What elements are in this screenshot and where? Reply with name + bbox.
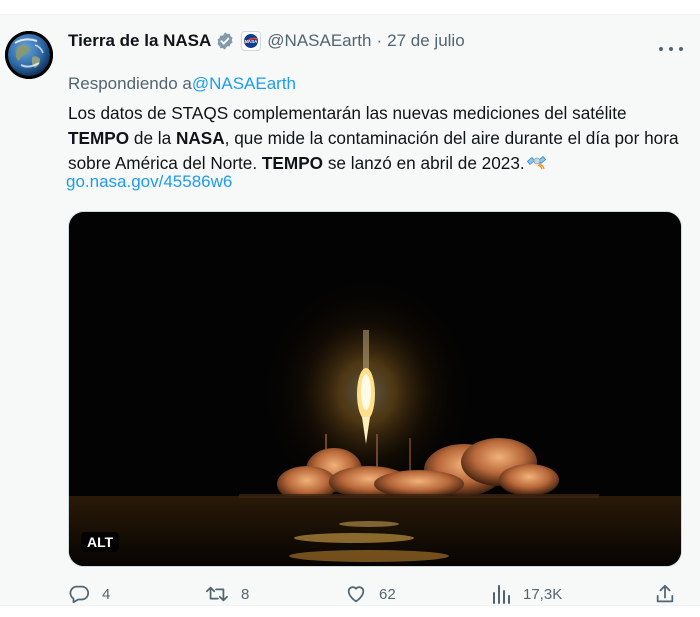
replying-to: Respondiendo a@NASAEarth: [68, 74, 296, 94]
reply-mention-link[interactable]: @NASAEarth: [192, 74, 296, 93]
retweet-button[interactable]: 8: [205, 582, 249, 606]
text-bold-tempo-2: TEMPO: [261, 153, 324, 173]
verified-badge-icon[interactable]: [215, 31, 235, 51]
reply-button[interactable]: 4: [68, 582, 110, 606]
rocket-launch-image: [69, 212, 681, 566]
retweet-icon: [205, 583, 229, 605]
text-bold-nasa: NASA: [175, 128, 225, 148]
views-count: 17,3K: [523, 585, 563, 603]
tweet-actions: 4 8 62 17,3K: [0, 582, 700, 606]
reply-icon: [68, 583, 90, 605]
views-button[interactable]: 17,3K: [491, 582, 562, 606]
replying-to-label: Respondiendo a: [68, 74, 192, 93]
tweet-media-image[interactable]: ALT: [68, 211, 682, 567]
alt-badge[interactable]: ALT: [81, 532, 120, 552]
text-part-2: de la: [129, 128, 176, 148]
text-part-1: Los datos de STAQS complementarán las nu…: [68, 103, 627, 123]
tweet-text: Los datos de STAQS complementarán las nu…: [68, 101, 692, 176]
reply-count: 4: [102, 585, 111, 603]
share-button[interactable]: [654, 582, 676, 606]
tweet-link[interactable]: go.nasa.gov/45586w6: [66, 172, 232, 192]
text-part-4: se lanzó en abril de 2023.: [323, 153, 525, 173]
author-display-name[interactable]: Tierra de la NASA: [68, 31, 211, 51]
heart-icon: [345, 583, 367, 605]
retweet-count: 8: [241, 585, 250, 603]
earth-globe-avatar-icon: [5, 31, 53, 79]
tweet-header: Tierra de la NASA NASA @NASAEarth · 27 d…: [68, 29, 465, 53]
tweet-card[interactable]: Tierra de la NASA NASA @NASAEarth · 27 d…: [0, 14, 700, 606]
views-chart-icon: [491, 583, 511, 605]
like-count: 62: [379, 585, 396, 603]
author-handle[interactable]: @NASAEarth: [267, 31, 371, 51]
nasa-logo-icon[interactable]: NASA: [241, 31, 262, 51]
svg-text:NASA: NASA: [245, 39, 259, 44]
more-options-icon[interactable]: [659, 41, 683, 57]
avatar[interactable]: [5, 31, 53, 79]
satellite-emoji-icon: [526, 152, 547, 172]
separator-dot: ·: [376, 31, 383, 50]
text-bold-tempo: TEMPO: [68, 128, 130, 148]
like-button[interactable]: 62: [345, 582, 396, 606]
share-icon: [654, 583, 676, 605]
tweet-date[interactable]: 27 de julio: [387, 31, 465, 51]
